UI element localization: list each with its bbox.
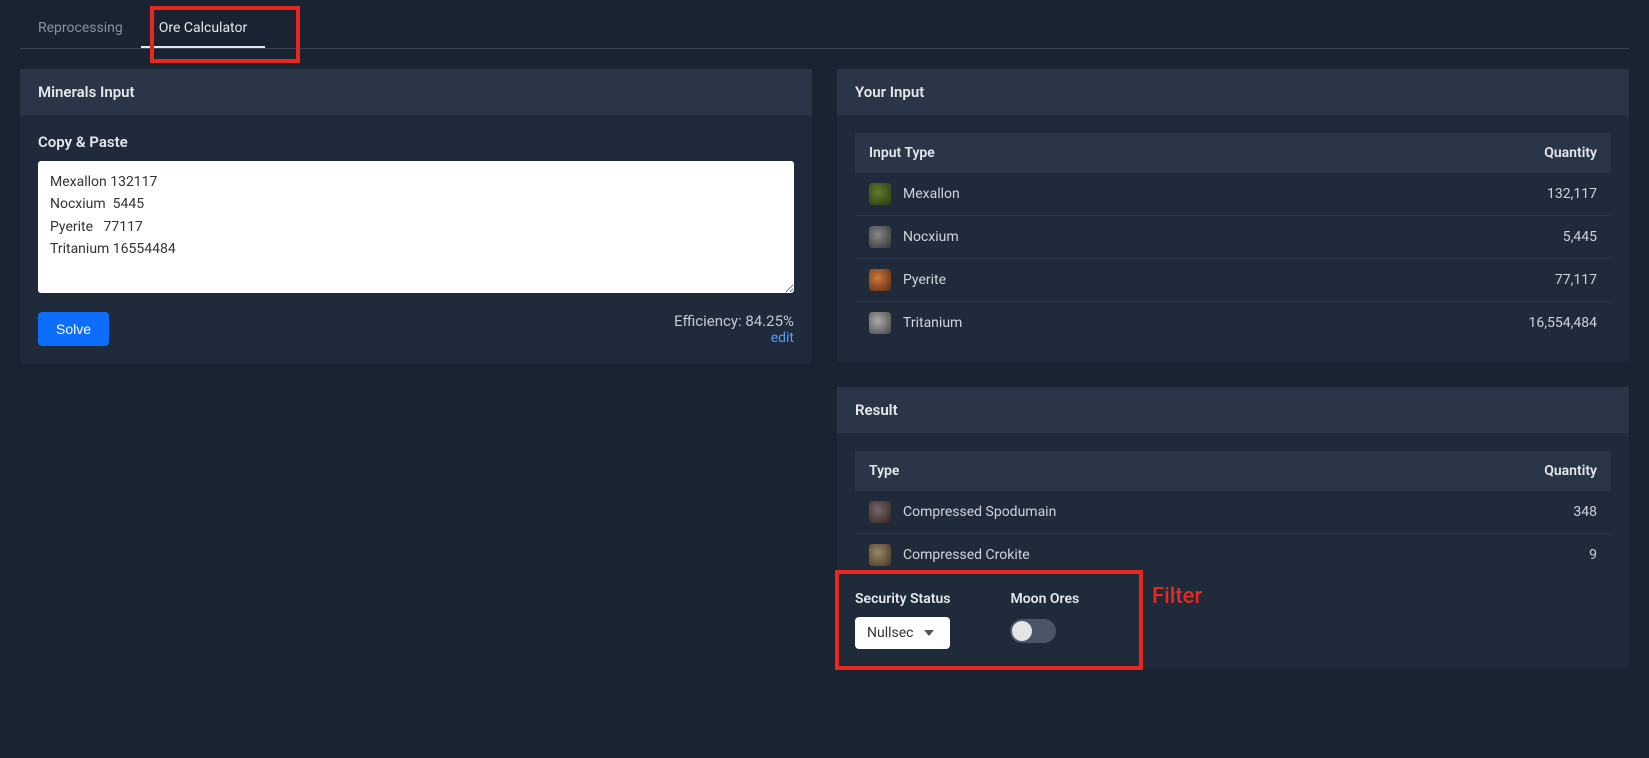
item-qty: 348 — [1405, 491, 1611, 534]
item-name: Mexallon — [903, 186, 960, 202]
spodumain-icon — [869, 501, 891, 523]
item-qty: 9 — [1405, 534, 1611, 577]
item-name: Compressed Crokite — [903, 547, 1030, 563]
tritanium-icon — [869, 312, 891, 334]
solve-button[interactable]: Solve — [38, 312, 109, 346]
item-name: Tritanium — [903, 315, 962, 331]
annotation-filter-text: Filter — [1152, 584, 1202, 609]
result-header: Result — [837, 387, 1629, 433]
result-table: Type Quantity Compressed Spodumain 348 C… — [855, 451, 1611, 576]
nocxium-icon — [869, 226, 891, 248]
minerals-input-header: Minerals Input — [20, 69, 812, 115]
security-status-label: Security Status — [855, 591, 950, 607]
tab-ore-calculator[interactable]: Ore Calculator — [141, 10, 266, 48]
item-name: Nocxium — [903, 229, 959, 245]
edit-link[interactable]: edit — [771, 330, 794, 346]
table-row: Pyerite 77,117 — [855, 259, 1611, 302]
item-qty: 16,554,484 — [1276, 302, 1611, 345]
security-status-select[interactable]: Nullsec — [855, 617, 950, 649]
item-qty: 5,445 — [1276, 216, 1611, 259]
moon-ores-toggle[interactable] — [1010, 619, 1056, 643]
security-status-value: Nullsec — [867, 625, 914, 641]
minerals-input-card: Minerals Input Copy & Paste Solve Effici… — [20, 69, 812, 364]
your-input-header: Your Input — [837, 69, 1629, 115]
pyerite-icon — [869, 269, 891, 291]
item-name: Pyerite — [903, 272, 946, 288]
item-qty: 132,117 — [1276, 173, 1611, 216]
item-name: Compressed Spodumain — [903, 504, 1056, 520]
col-quantity: Quantity — [1405, 451, 1611, 491]
tab-reprocessing[interactable]: Reprocessing — [20, 10, 141, 48]
col-input-type: Input Type — [855, 133, 1276, 173]
efficiency-text: Efficiency: 84.25% — [674, 312, 794, 330]
table-row: Nocxium 5,445 — [855, 216, 1611, 259]
minerals-textarea[interactable] — [38, 161, 794, 293]
mexallon-icon — [869, 183, 891, 205]
your-input-table: Input Type Quantity Mexallon 132,117 Noc… — [855, 133, 1611, 344]
col-quantity: Quantity — [1276, 133, 1611, 173]
crokite-icon — [869, 544, 891, 566]
item-qty: 77,117 — [1276, 259, 1611, 302]
chevron-down-icon — [924, 630, 934, 636]
table-row: Mexallon 132,117 — [855, 173, 1611, 216]
toggle-knob — [1012, 621, 1032, 641]
filters-row: Security Status Nullsec Moon Ores Filter — [837, 576, 1629, 669]
copy-paste-label: Copy & Paste — [38, 133, 794, 151]
moon-ores-label: Moon Ores — [1010, 591, 1079, 607]
col-type: Type — [855, 451, 1405, 491]
tabs-bar: Reprocessing Ore Calculator — [20, 10, 1629, 49]
your-input-card: Your Input Input Type Quantity Mexallon … — [837, 69, 1629, 362]
table-row: Tritanium 16,554,484 — [855, 302, 1611, 345]
table-row: Compressed Spodumain 348 — [855, 491, 1611, 534]
result-card: Result Type Quantity Compressed Spodumai… — [837, 387, 1629, 669]
table-row: Compressed Crokite 9 — [855, 534, 1611, 577]
